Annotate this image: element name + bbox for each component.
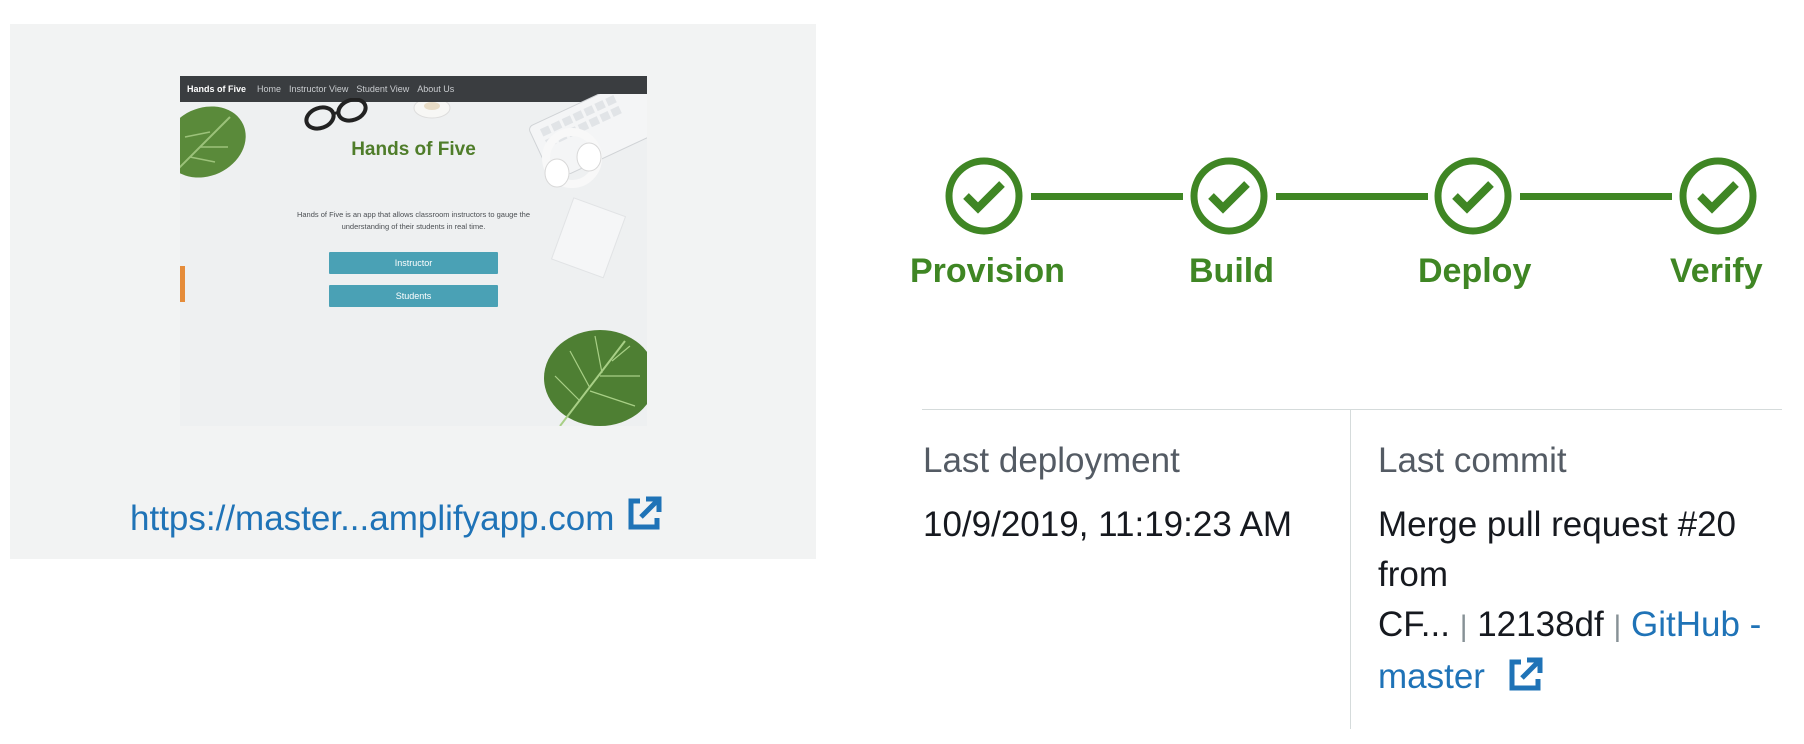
thumbnail-description: Hands of Five is an app that allows clas… <box>296 210 531 231</box>
app-url-text: https://master...amplifyapp.com <box>130 498 615 538</box>
separator: | <box>1459 610 1468 643</box>
app-overview: Hands of Five Home Instructor View Stude… <box>0 0 1804 744</box>
thumbnail-nav-about: About Us <box>417 84 455 94</box>
check-circle-icon <box>1434 157 1512 235</box>
app-screenshot-thumbnail[interactable]: Hands of Five Home Instructor View Stude… <box>180 76 647 426</box>
cup-decoration <box>413 102 451 119</box>
thumbnail-students-button: Students <box>329 285 498 307</box>
repository-branch-link-line[interactable]: master <box>1378 652 1788 707</box>
details-divider <box>922 409 1782 410</box>
glasses-decoration <box>304 98 368 131</box>
thumbnail-brand: Hands of Five <box>187 84 247 94</box>
thumbnail-nav-home: Home <box>257 84 282 94</box>
thumbnail-instructor-button: Instructor <box>329 252 498 274</box>
stage-build-label: Build <box>1189 252 1274 290</box>
repository-branch-link[interactable]: GitHub - <box>1631 605 1761 644</box>
commit-message-line: Merge pull request #20 <box>1378 505 1736 544</box>
external-link-icon[interactable] <box>1507 657 1543 707</box>
thumbnail-nav-instructor: Instructor View <box>289 84 349 94</box>
commit-message-truncated: CF... <box>1378 605 1450 644</box>
commit-id: 12138df <box>1477 605 1604 644</box>
paper-decoration <box>550 197 627 279</box>
thumbnail-title: Hands of Five <box>351 139 476 160</box>
stage-verify-label: Verify <box>1670 252 1763 290</box>
monstera-leaf-decoration <box>544 330 647 426</box>
details-column-divider <box>1350 409 1351 729</box>
thumbnail-nav-student: Student View <box>356 84 410 94</box>
check-circle-icon <box>1679 157 1757 235</box>
preview-card: Hands of Five Home Instructor View Stude… <box>10 24 816 559</box>
separator: | <box>1613 610 1622 643</box>
external-link-icon <box>626 496 662 541</box>
commit-message-line: from <box>1378 555 1448 594</box>
last-commit-label: Last commit <box>1378 441 1567 480</box>
pipeline-connector <box>1031 193 1183 200</box>
last-commit-value: Merge pull request #20 from CF... | 1213… <box>1378 500 1788 707</box>
stage-deploy-label: Deploy <box>1418 252 1532 290</box>
last-deployment-value: 10/9/2019, 11:19:23 AM <box>923 505 1293 544</box>
stage-build-status <box>1189 156 1269 236</box>
stage-deploy-status <box>1433 156 1513 236</box>
pipeline-connector <box>1276 193 1428 200</box>
commit-meta-line: CF... | 12138df | GitHub - <box>1378 600 1788 652</box>
pipeline-connector <box>1520 193 1672 200</box>
check-circle-icon <box>945 157 1023 235</box>
app-url-link[interactable]: https://master...amplifyapp.com <box>130 496 662 541</box>
last-deployment-label: Last deployment <box>923 441 1180 480</box>
repository-branch-name[interactable]: master <box>1378 657 1485 696</box>
pencil-decoration <box>180 266 185 302</box>
stage-verify-status <box>1678 156 1758 236</box>
stage-provision-label: Provision <box>910 252 1065 290</box>
stage-provision-status <box>944 156 1024 236</box>
check-circle-icon <box>1190 157 1268 235</box>
